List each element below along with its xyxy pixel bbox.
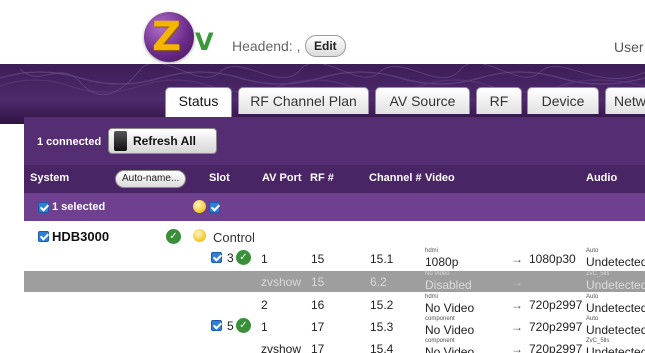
col-slot[interactable]: Slot: [209, 172, 230, 184]
logo-v-letter: V: [195, 28, 214, 56]
video-source-type: component: [425, 338, 455, 344]
rf-number: 15: [311, 252, 325, 266]
tab-rf[interactable]: RF: [476, 87, 522, 114]
table-row[interactable]: 5 ✓ 1 17 15.3 component No Video → 720p2…: [24, 316, 645, 337]
av-port: zvshow: [261, 275, 302, 289]
arrow-right-icon: →: [511, 298, 523, 312]
audio-source-type: Auto: [586, 316, 599, 322]
connected-count: 1 connected: [37, 136, 102, 148]
device-name: HDB3000: [52, 229, 110, 244]
rf-number: 17: [311, 320, 325, 334]
table-row[interactable]: 2 16 15.2 hdmi No Video → 720p2997 Auto …: [24, 294, 645, 315]
control-label: Control: [213, 230, 255, 245]
video-status: Disabled: [425, 278, 472, 292]
zv-logo: Z: [144, 12, 194, 62]
tab-status[interactable]: Status: [165, 87, 232, 117]
rf-number: 15: [311, 275, 325, 289]
logo-z-letter: Z: [152, 14, 182, 60]
check-circle-icon: ✓: [166, 229, 181, 244]
check-circle-icon: ✓: [236, 318, 251, 333]
rf-number: 17: [311, 342, 325, 353]
av-port: zvshow: [261, 342, 302, 353]
audio-source-type: Auto: [586, 248, 599, 254]
col-channel[interactable]: Channel #: [369, 172, 422, 184]
video-source-type: No Video: [425, 271, 450, 277]
tab-device[interactable]: Device: [527, 87, 599, 114]
arrow-right-icon: →: [511, 252, 523, 266]
arrow-right-icon: →: [511, 342, 523, 353]
av-port: 1: [261, 252, 268, 266]
channel-number: 15.3: [370, 320, 394, 334]
selected-count: 1 selected: [52, 201, 106, 213]
slot-checkbox[interactable]: [211, 252, 222, 263]
table-row[interactable]: 3 ✓ 1 15 15.1 hdmi 1080p → 1080p30 Auto …: [24, 248, 645, 269]
audio-status: Undetected: [586, 323, 645, 337]
video-status: No Video: [425, 345, 475, 353]
table-row[interactable]: zvshow 15 6.2 No Video Disabled → ZvC_5l…: [24, 271, 645, 292]
tab-rf-channel-plan[interactable]: RF Channel Plan: [238, 87, 369, 114]
col-av-port[interactable]: AV Port: [262, 172, 302, 184]
channel-number: 15.2: [370, 298, 394, 312]
audio-source-type: ZvC_5lls: [586, 271, 610, 277]
av-port: 1: [261, 320, 268, 334]
slot-number: 5: [227, 319, 234, 333]
video-source-type: hdmi: [425, 248, 439, 254]
device-icon: [114, 131, 127, 151]
output-format: 720p2997: [529, 342, 583, 353]
check-circle-icon: ✓: [236, 250, 251, 265]
selection-row: [24, 193, 645, 221]
auto-name-button[interactable]: Auto-name...: [115, 170, 187, 188]
col-audio[interactable]: Audio: [586, 172, 617, 184]
audio-status: Undetected: [586, 345, 645, 353]
slot-select-checkbox[interactable]: [209, 202, 220, 213]
audio-source-type: Auto: [586, 294, 599, 300]
headend-label: Headend: ,: [232, 38, 301, 54]
video-status: No Video: [425, 323, 475, 337]
col-rf[interactable]: RF #: [310, 172, 334, 184]
audio-source-type: ZvC_5lls: [586, 338, 610, 344]
refresh-all-button[interactable]: Refresh All: [108, 128, 217, 154]
table-row[interactable]: zvshow 17 15.4 component No Video → 720p…: [24, 338, 645, 353]
output-format: 1080p30: [529, 252, 576, 266]
audio-status: Undetected: [586, 278, 645, 292]
select-all-checkbox[interactable]: [38, 202, 49, 213]
col-video[interactable]: Video: [425, 172, 455, 184]
channel-number: 6.2: [370, 275, 387, 289]
tab-av-source[interactable]: AV Source: [375, 87, 470, 114]
video-status: No Video: [425, 301, 475, 315]
col-system[interactable]: System: [30, 172, 69, 184]
rf-number: 16: [311, 298, 325, 312]
video-source-type: hdmi: [425, 294, 439, 300]
lightbulb-icon[interactable]: [193, 200, 206, 213]
user-label[interactable]: User: [614, 39, 644, 55]
app-header: Z V Headend: , Edit User: [0, 0, 645, 64]
arrow-right-icon: →: [511, 275, 523, 289]
audio-status: Undetected: [586, 255, 645, 269]
arrow-right-icon: →: [511, 320, 523, 334]
tab-network[interactable]: Netw: [605, 87, 645, 114]
device-checkbox[interactable]: [38, 231, 49, 242]
av-port: 2: [261, 298, 268, 312]
video-status: 1080p: [425, 255, 459, 269]
output-format: 720p2997: [529, 320, 583, 334]
edit-button[interactable]: Edit: [305, 35, 346, 57]
slot-checkbox[interactable]: [211, 320, 222, 331]
refresh-all-label: Refresh All: [133, 134, 196, 148]
output-format: 720p2997: [529, 298, 583, 312]
lightbulb-icon[interactable]: [193, 229, 206, 242]
video-source-type: component: [425, 316, 455, 322]
channel-number: 15.1: [370, 252, 394, 266]
slot-number: 3: [227, 251, 234, 265]
channel-number: 15.4: [370, 342, 394, 353]
audio-status: Undetected: [586, 301, 645, 315]
